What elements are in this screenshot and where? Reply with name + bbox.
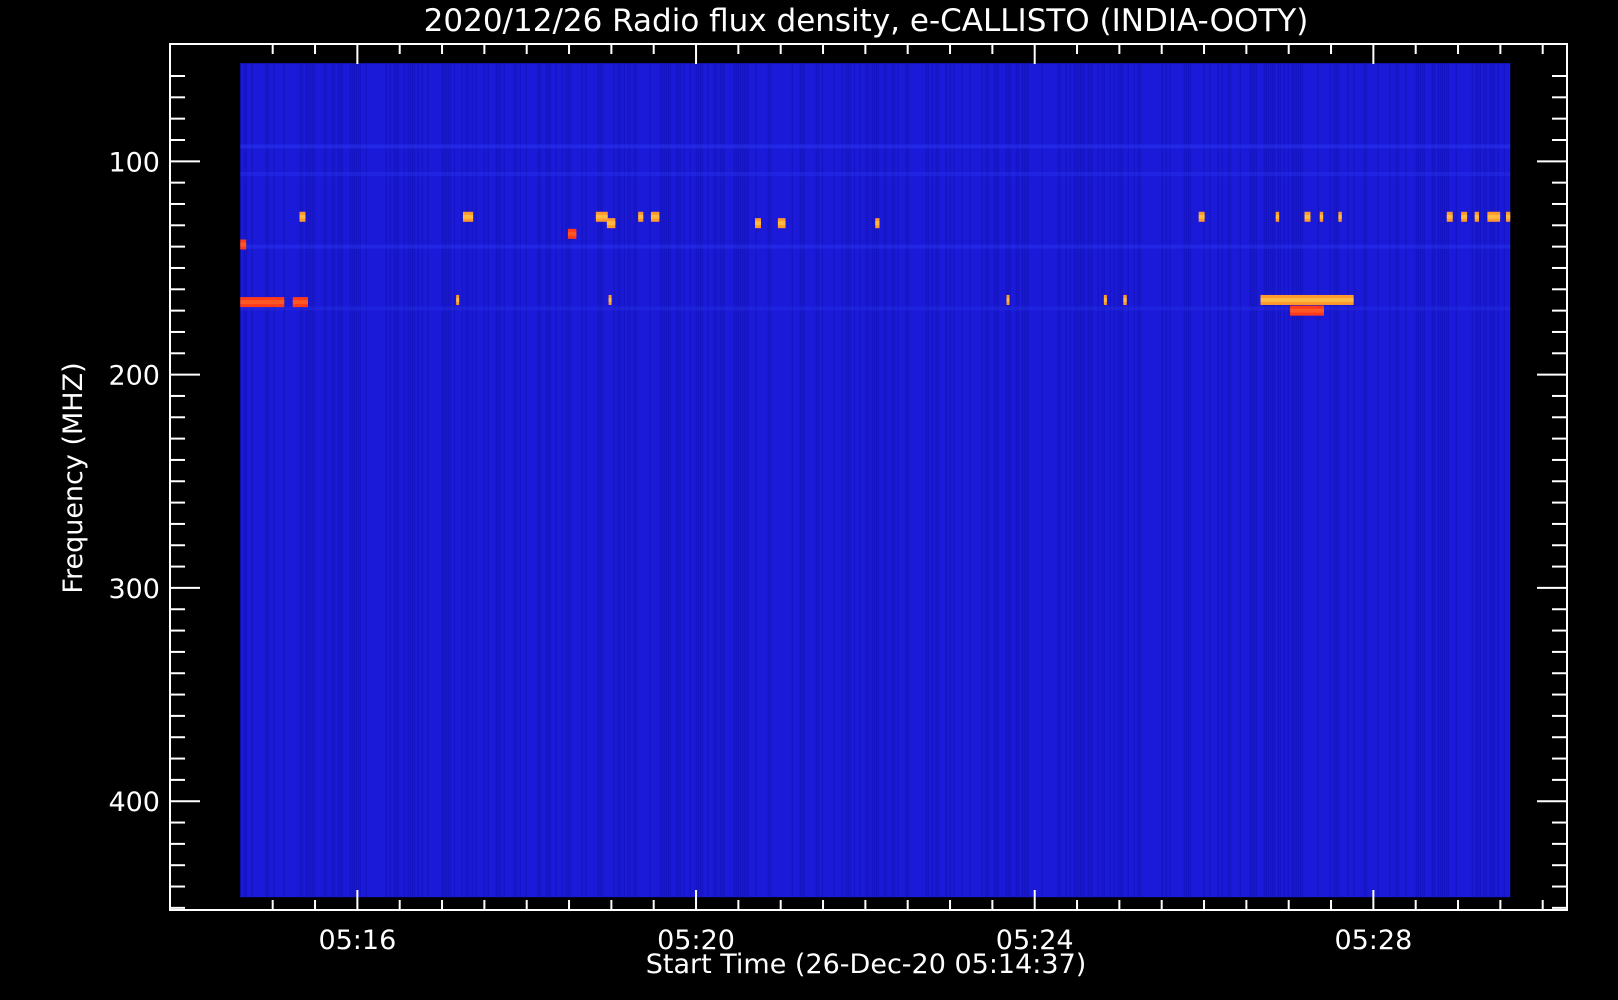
burst-core xyxy=(1103,297,1107,302)
burst-core xyxy=(650,214,660,219)
burst-core xyxy=(1461,214,1468,219)
burst-core xyxy=(1319,214,1324,219)
heatmap-background xyxy=(240,63,1511,898)
x-axis-label: Start Time (26-Dec-20 05:14:37) xyxy=(646,949,1087,980)
x-tick-label: 05:28 xyxy=(1334,925,1412,956)
burst-core xyxy=(1338,214,1342,219)
chart-title: 2020/12/26 Radio flux density, e-CALLIST… xyxy=(424,3,1309,39)
burst-core xyxy=(595,214,608,219)
y-tick-label: 400 xyxy=(108,787,160,818)
burst-core xyxy=(1006,297,1010,302)
rfi-band xyxy=(240,244,1511,249)
burst-core xyxy=(875,221,880,226)
y-tick-label: 100 xyxy=(108,147,160,178)
rfi-band xyxy=(240,144,1511,149)
burst-core xyxy=(755,221,761,226)
y-axis-label: Frequency (MHZ) xyxy=(58,362,89,593)
burst-core xyxy=(1506,214,1511,219)
burst-core xyxy=(606,221,616,226)
burst-core xyxy=(1260,297,1354,302)
y-tick-label: 300 xyxy=(108,574,160,605)
burst-core xyxy=(1304,214,1311,219)
y-tick-label: 200 xyxy=(108,361,160,392)
spectrogram-chart: 2020/12/26 Radio flux density, e-CALLIST… xyxy=(0,0,1618,1000)
burst-core xyxy=(1487,214,1501,219)
burst-core xyxy=(240,242,247,247)
burst-core xyxy=(1290,308,1325,313)
rfi-band xyxy=(240,172,1511,177)
x-tick-label: 05:16 xyxy=(318,925,396,956)
burst-core xyxy=(567,231,577,236)
burst-core xyxy=(292,300,309,305)
burst-core xyxy=(456,297,460,302)
burst-core xyxy=(777,221,786,226)
burst-core xyxy=(1275,214,1280,219)
burst-core xyxy=(462,214,474,219)
burst-core xyxy=(1123,297,1127,302)
burst-core xyxy=(1474,214,1479,219)
burst-core xyxy=(1446,214,1453,219)
burst-core xyxy=(638,214,644,219)
burst-core xyxy=(299,214,306,219)
burst-core xyxy=(608,297,612,302)
burst-core xyxy=(1198,214,1205,219)
heatmap-area xyxy=(239,63,1511,898)
burst-core xyxy=(240,300,285,305)
